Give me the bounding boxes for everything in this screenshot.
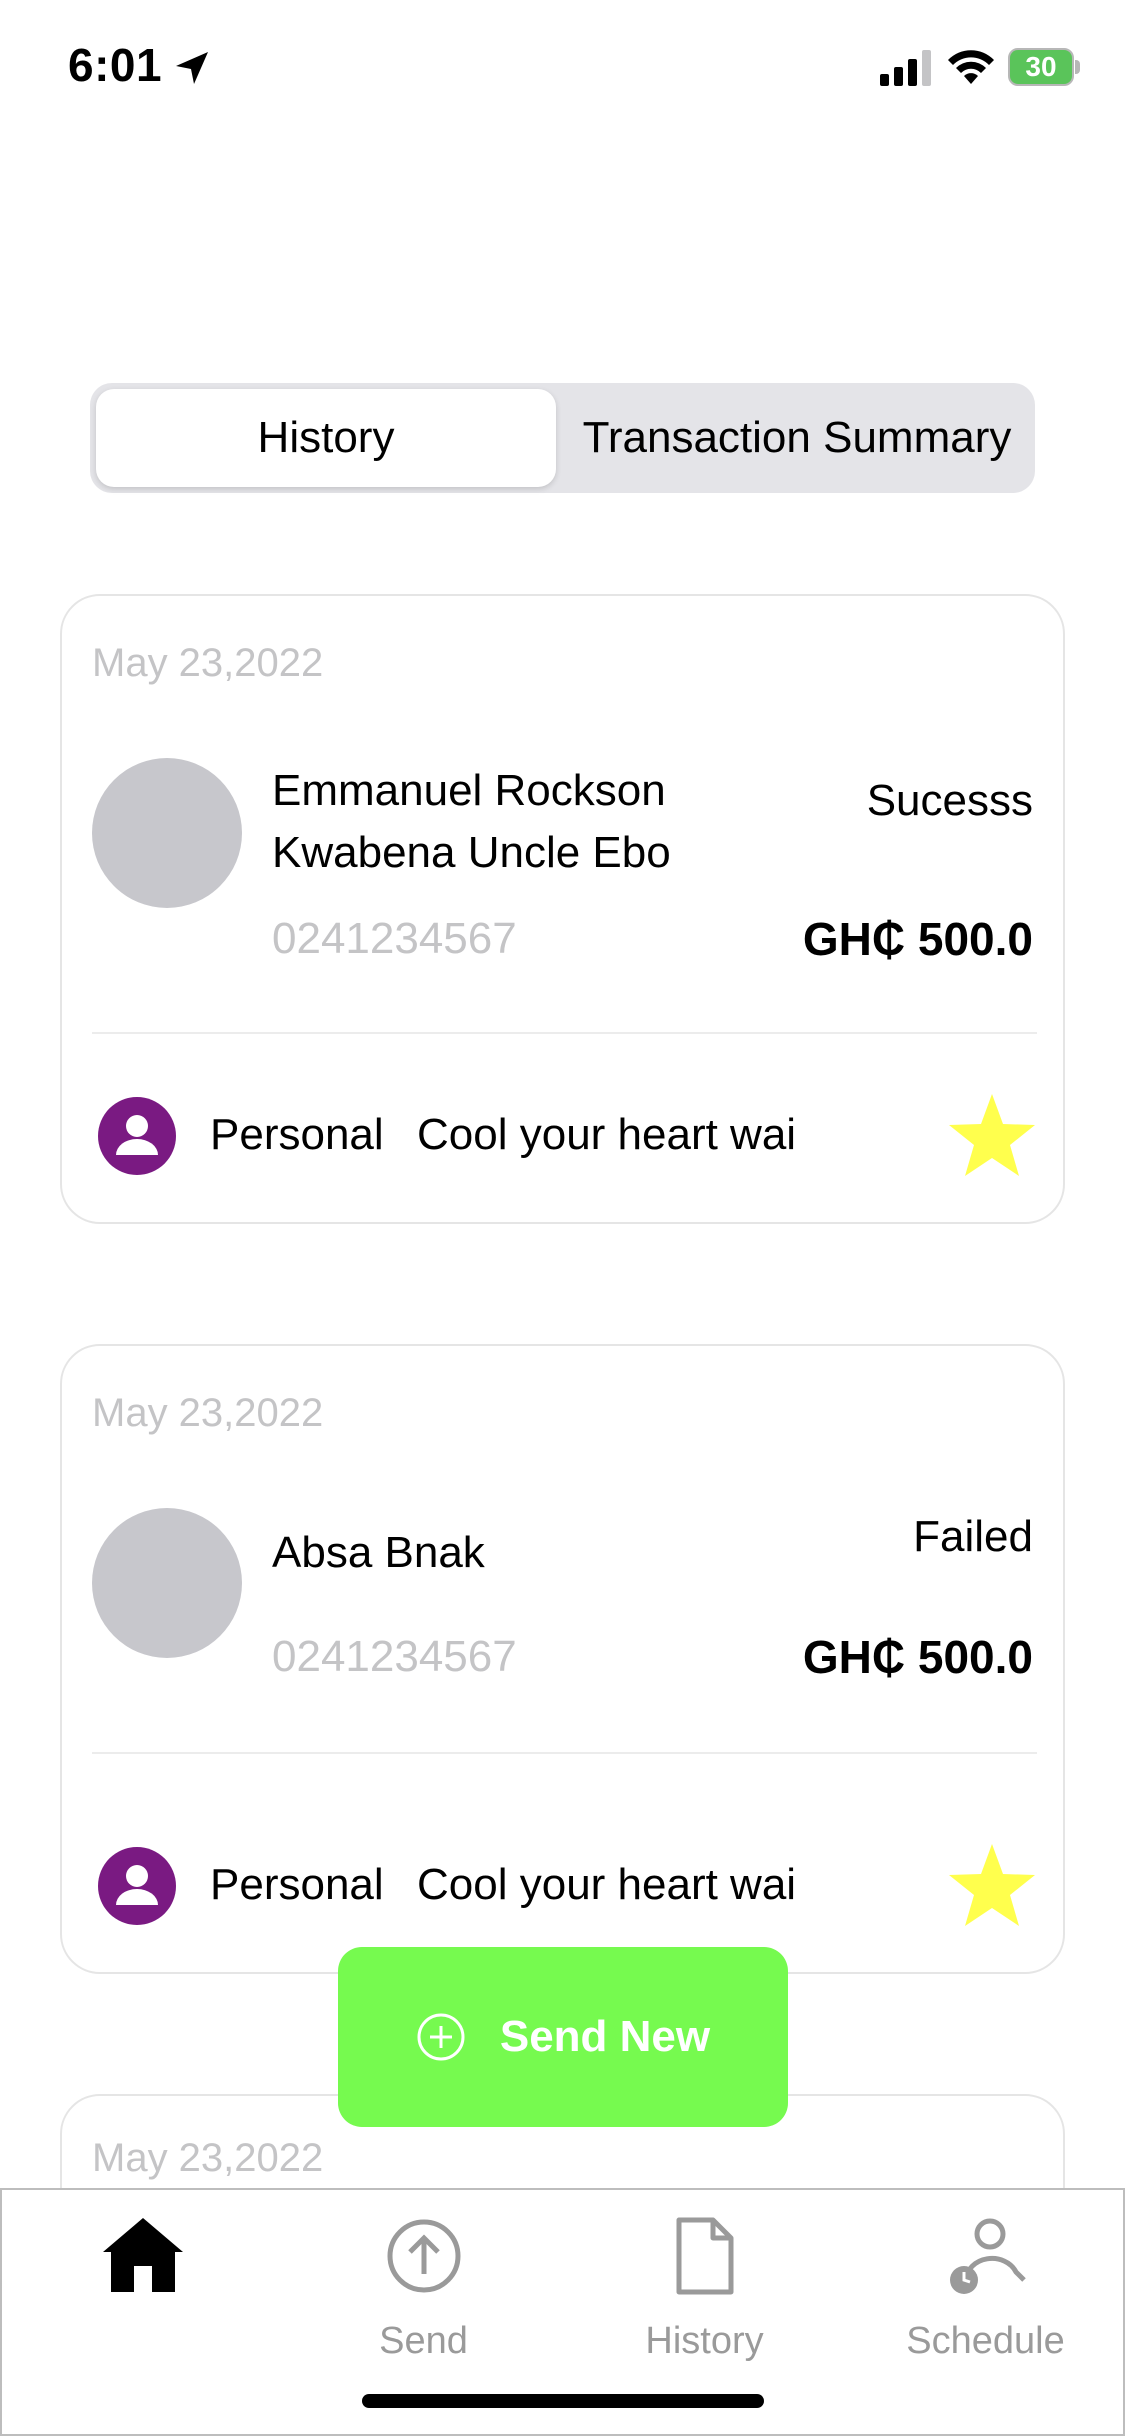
avatar xyxy=(92,758,242,908)
tab-send-label: Send xyxy=(379,2320,468,2362)
wifi-icon xyxy=(948,50,994,84)
signal-icon xyxy=(880,50,931,86)
tab-schedule[interactable]: Schedule xyxy=(845,2190,1125,2390)
tab-home[interactable] xyxy=(2,2190,283,2390)
screen: 6:01 30 History Transaction Summary May … xyxy=(0,0,1125,2436)
recipient-phone: 0241234567 xyxy=(272,914,517,963)
upload-circle-icon xyxy=(387,2219,460,2293)
person-icon xyxy=(98,1847,176,1925)
status-bar: 6:01 30 xyxy=(0,0,1125,140)
transaction-category: Personal xyxy=(210,1110,384,1159)
send-new-label: Send New xyxy=(499,2012,711,2061)
avatar xyxy=(92,1508,242,1658)
status-time: 6:01 xyxy=(68,39,163,91)
transaction-date: May 23,2022 xyxy=(92,1391,324,1435)
battery-icon: 30 xyxy=(1008,48,1080,86)
tab-send[interactable]: Send xyxy=(283,2190,564,2390)
segment-transaction-summary[interactable]: Transaction Summary xyxy=(562,383,1032,493)
send-new-button[interactable]: Send New xyxy=(338,1947,788,2127)
transaction-amount: GH₵ 500.0 xyxy=(802,913,1033,965)
transaction-status: Sucesss xyxy=(866,776,1033,825)
transaction-card[interactable]: May 23,2022 Absa Bnak 0241234567 Failed … xyxy=(60,1344,1065,1974)
person-icon xyxy=(98,1097,176,1175)
home-icon xyxy=(102,2218,183,2292)
transaction-note: Cool your heart wai xyxy=(417,1860,797,1909)
tab-history-label: History xyxy=(645,2320,764,2362)
document-icon xyxy=(676,2217,733,2295)
home-indicator xyxy=(362,2394,764,2408)
divider xyxy=(92,1752,1037,1754)
tab-schedule-label: Schedule xyxy=(906,2320,1065,2362)
plus-circle-icon xyxy=(417,2013,465,2061)
transaction-date: May 23,2022 xyxy=(92,641,324,685)
battery-level: 30 xyxy=(1025,51,1057,82)
transaction-category: Personal xyxy=(210,1860,384,1909)
location-arrow-icon xyxy=(176,52,208,84)
transaction-status: Failed xyxy=(913,1512,1033,1561)
recipient-phone: 0241234567 xyxy=(272,1632,517,1681)
transaction-note: Cool your heart wai xyxy=(417,1110,797,1159)
transaction-amount: GH₵ 500.0 xyxy=(802,1631,1033,1683)
segmented-control: History Transaction Summary xyxy=(90,383,1035,493)
transaction-card[interactable]: May 23,2022 Emmanuel Rockson Kwabena Unc… xyxy=(60,594,1065,1224)
person-clock-icon xyxy=(949,2218,1026,2294)
segment-history[interactable]: History xyxy=(96,383,556,493)
recipient-name: Absa Bnak xyxy=(272,1528,485,1577)
star-icon[interactable] xyxy=(947,1092,1037,1178)
divider xyxy=(92,1032,1037,1034)
star-icon[interactable] xyxy=(947,1842,1037,1928)
tab-history[interactable]: History xyxy=(564,2190,845,2390)
recipient-name: Emmanuel Rockson Kwabena Uncle Ebo xyxy=(272,766,671,877)
transaction-date: May 23,2022 xyxy=(92,2136,324,2180)
